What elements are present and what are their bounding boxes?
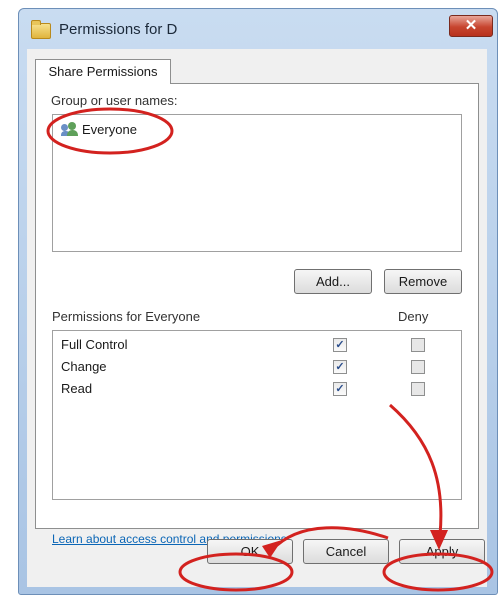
permission-name: Change: [61, 359, 107, 374]
window-title: Permissions for D: [59, 21, 178, 38]
close-icon: ✕: [464, 17, 478, 34]
dialog-client: Share Permissions Group or user names: E…: [27, 49, 487, 587]
deny-column-header: Deny: [398, 309, 429, 324]
permission-row-read: Read ✓: [61, 380, 456, 398]
allow-checkbox-icon[interactable]: ✓: [333, 338, 347, 352]
apply-button[interactable]: Apply: [399, 539, 485, 564]
remove-button[interactable]: Remove: [384, 269, 462, 294]
list-item-everyone[interactable]: Everyone: [61, 121, 137, 139]
permission-row-change: Change ✓: [61, 358, 456, 376]
permission-name: Full Control: [61, 337, 128, 352]
title-bar[interactable]: Permissions for D ✕: [19, 9, 497, 51]
folder-icon: [31, 20, 51, 39]
tab-share-permissions[interactable]: Share Permissions: [35, 59, 171, 84]
group-label: Group or user names:: [51, 93, 178, 108]
add-button[interactable]: Add...: [294, 269, 372, 294]
users-icon: [61, 122, 79, 136]
tab-panel: Group or user names: Everyone Add... Rem…: [35, 83, 479, 546]
deny-checkbox-icon[interactable]: [411, 382, 425, 396]
allow-checkbox-icon[interactable]: ✓: [333, 382, 347, 396]
allow-checkbox-icon[interactable]: ✓: [333, 360, 347, 374]
list-item-label: Everyone: [82, 122, 137, 137]
permissions-list: Full Control ✓ Change ✓ Read ✓: [52, 330, 462, 500]
deny-checkbox-icon[interactable]: [411, 338, 425, 352]
cancel-button[interactable]: Cancel: [303, 539, 389, 564]
permission-row-full-control: Full Control ✓: [61, 336, 456, 354]
ok-button[interactable]: OK: [207, 539, 293, 564]
user-listbox[interactable]: Everyone: [52, 114, 462, 252]
permission-name: Read: [61, 381, 93, 396]
dialog-window: Permissions for D ✕ Share Permissions Gr…: [18, 8, 498, 595]
deny-checkbox-icon[interactable]: [411, 360, 425, 374]
permissions-header: Permissions for Everyone: [52, 309, 201, 324]
close-button[interactable]: ✕: [449, 15, 493, 37]
